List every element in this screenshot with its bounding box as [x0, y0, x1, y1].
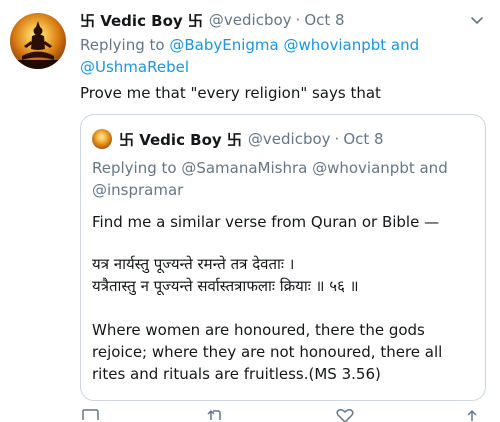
separator-dot: · [334, 130, 340, 148]
quoted-tweet-card[interactable]: 卐 Vedic Boy 卐 @vedicboy · Oct 8 Replying… [80, 114, 486, 401]
replying-to: Replying to @BabyEnigma @whovianpbt and … [80, 34, 440, 78]
tweet-date[interactable]: Oct 8 [304, 11, 344, 29]
quoted-tweet-text: Find me a similar verse from Quran or Bi… [92, 213, 440, 231]
quoted-replying-to: Replying to @SamanaMishra @whovianpbt an… [92, 159, 448, 199]
avatar[interactable] [10, 13, 66, 69]
quoted-display-name: 卐 Vedic Boy 卐 [119, 130, 242, 149]
quoted-tweet-date: Oct 8 [343, 130, 384, 148]
quoted-avatar [92, 129, 112, 149]
mention-link[interactable]: @UshmaRebel [80, 58, 189, 76]
quoted-user-handle: @vedicboy [247, 130, 331, 148]
mention-and-word[interactable]: and [391, 36, 419, 54]
quoted-tweet-header: 卐 Vedic Boy 卐 @vedicboy · Oct 8 [119, 128, 384, 150]
replying-to-label: Replying to [80, 36, 165, 54]
meditating-silhouette-icon [10, 21, 66, 69]
user-handle[interactable]: @vedicboy [209, 11, 292, 29]
tweet-text: Prove me that "every religion" says that [80, 84, 381, 102]
tweet-header: 卐 Vedic Boy 卐 @vedicboy · Oct 8 [80, 9, 345, 31]
verse-line-2: यत्रैतास्तु न पूज्यन्ते सर्वास्तत्राफलाः… [92, 277, 359, 295]
separator-dot: · [295, 11, 301, 29]
display-name[interactable]: 卐 Vedic Boy 卐 [80, 10, 203, 31]
mention-link[interactable]: @BabyEnigma [169, 36, 278, 54]
verse-translation: Where women are honoured, there the gods… [92, 321, 443, 383]
verse-line-1: यत्र नार्यस्तु पूज्यन्ते रमन्ते तत्र देव… [92, 255, 295, 273]
chevron-down-icon[interactable] [468, 11, 486, 29]
sanskrit-verse: यत्र नार्यस्तु पूज्यन्ते रमन्ते तत्र देव… [92, 253, 359, 297]
mention-link[interactable]: @whovianpbt [284, 36, 387, 54]
